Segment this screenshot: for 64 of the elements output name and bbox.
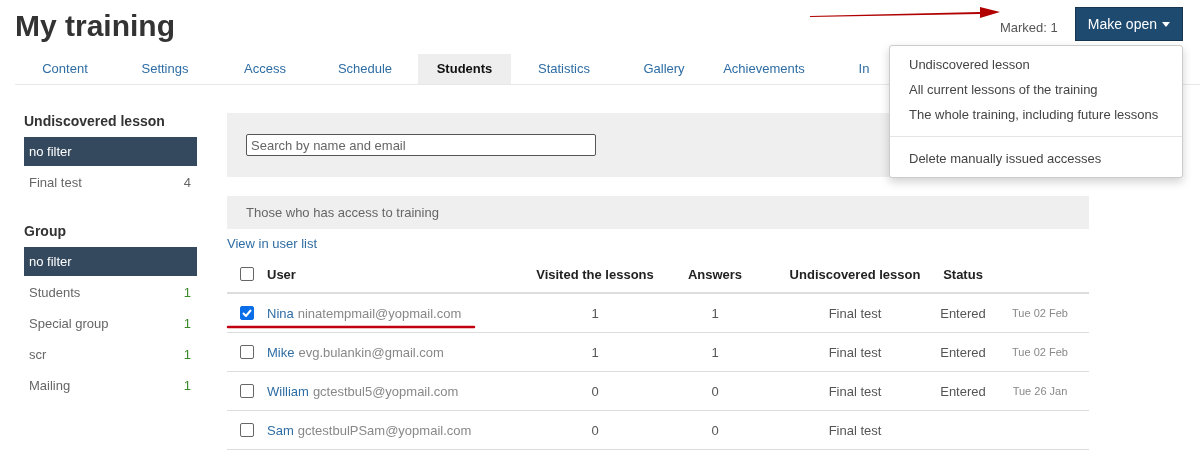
user-name-link[interactable]: Mike	[267, 344, 295, 360]
filter-item[interactable]: scr 1	[24, 340, 197, 369]
menu-item[interactable]: The whole training, including future lessons	[890, 102, 1182, 127]
user-email: ninatempmail@yopmail.com	[297, 305, 462, 321]
column-header: Status	[943, 266, 983, 282]
table-cell: Entered	[940, 344, 986, 360]
table-cell: 1	[711, 305, 719, 321]
tab[interactable]: Gallery	[614, 54, 714, 84]
table-cell: 0	[591, 422, 599, 438]
row-checkbox[interactable]	[240, 345, 254, 359]
column-header: Visited the lessons	[536, 266, 654, 282]
search-field[interactable]: Search by name and email	[246, 134, 596, 156]
user-name-link[interactable]: William	[267, 383, 309, 399]
marked-count: Marked: 1	[999, 19, 1058, 35]
filter-item[interactable]: no filter	[24, 247, 197, 276]
filter-heading: Undiscovered lesson	[24, 113, 166, 129]
filter-item[interactable]: Final test 4	[24, 168, 197, 197]
table-cell: Entered	[940, 383, 986, 399]
date-label: Tue 26 Jan	[1012, 385, 1068, 397]
select-all-checkbox[interactable]	[240, 267, 254, 281]
column-header: User	[267, 266, 296, 282]
table-cell: 1	[591, 344, 599, 360]
page-title: My training	[15, 8, 175, 44]
filter-item[interactable]: Students 1	[24, 278, 197, 307]
filter-heading: Group	[24, 223, 67, 239]
filter-item[interactable]: Special group 1	[24, 309, 197, 338]
menu-item[interactable]: Undiscovered lesson	[890, 52, 1182, 77]
caret-icon	[1162, 21, 1170, 27]
column-header: Answers	[687, 266, 743, 282]
tab[interactable]: Schedule	[315, 54, 415, 84]
tab[interactable]: Content	[15, 54, 115, 84]
table-cell: 1	[591, 305, 599, 321]
row-checkbox[interactable]	[240, 384, 254, 398]
table-cell: Final test	[828, 344, 882, 360]
table-cell: Final test	[828, 305, 882, 321]
user-name-link[interactable]: Nina	[267, 305, 294, 321]
date-label: Tue 02 Feb	[1012, 346, 1068, 358]
menu-item[interactable]: Delete manually issued accesses	[890, 146, 1182, 171]
table-cell: 0	[711, 383, 719, 399]
date-label: Tue 02 Feb	[1012, 307, 1068, 319]
table-cell: 0	[591, 383, 599, 399]
tab[interactable]: Achievements	[714, 54, 814, 84]
user-email: gctestbulPSam@yopmail.com	[297, 422, 472, 438]
tab[interactable]: Access	[215, 54, 315, 84]
user-email: gctestbul5@yopmail.com	[312, 383, 459, 399]
column-header: Undiscovered lesson	[789, 266, 921, 282]
table-cell: 0	[711, 422, 719, 438]
view-in-user-list-link[interactable]: View in user list	[227, 236, 318, 251]
table-cell: 1	[711, 344, 719, 360]
row-checkbox[interactable]	[240, 423, 254, 437]
user-name-link[interactable]: Sam	[267, 422, 294, 438]
tab[interactable]: Statistics	[514, 54, 614, 84]
table-cell: Entered	[940, 305, 986, 321]
table-cell: Final test	[828, 422, 882, 438]
table-cell: Final test	[828, 383, 882, 399]
filter-item[interactable]: Mailing 1	[24, 371, 197, 400]
user-email: evg.bulankin@gmail.com	[298, 344, 444, 360]
tab[interactable]: Students	[418, 54, 511, 84]
section-header: Those who has access to training	[227, 196, 1089, 229]
filter-item[interactable]: no filter	[24, 137, 197, 166]
row-checkbox[interactable]	[240, 306, 254, 320]
make-open-button[interactable]: Make open	[1074, 7, 1183, 41]
tab[interactable]: Settings	[115, 54, 215, 84]
menu-item[interactable]: All current lessons of the training	[890, 77, 1182, 102]
